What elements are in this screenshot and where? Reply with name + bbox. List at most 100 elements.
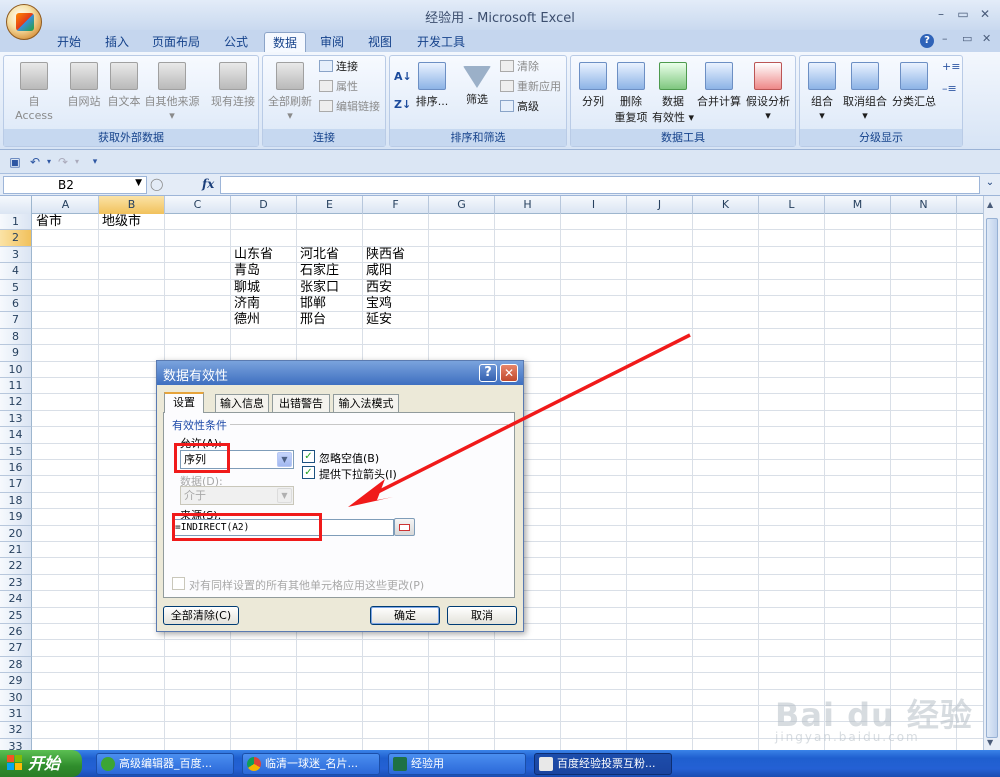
row-header-30[interactable]: 30 [0,689,32,706]
filter-button[interactable]: 筛选 [458,62,496,107]
scroll-thumb[interactable] [986,218,998,738]
cell-f3[interactable]: 陕西省 [363,247,405,263]
chevron-down-icon[interactable]: ▼ [277,488,292,503]
tab-ime-mode[interactable]: 输入法模式 [333,394,399,412]
row-header-33[interactable]: 33 [0,738,32,750]
cell-f6[interactable]: 宝鸡 [363,296,392,312]
reapply-button[interactable]: 重新应用 [500,78,561,96]
chevron-down-icon[interactable]: ▼ [135,178,142,188]
row-header-7[interactable]: 7 [0,312,32,329]
name-box[interactable]: B2 ▼ [3,176,147,194]
from-web-button[interactable]: 自网站 [64,62,104,109]
redo-dropdown-icon[interactable]: ▾ [70,155,84,169]
column-header-l[interactable]: L [759,196,825,214]
column-header-g[interactable]: G [429,196,495,214]
tab-developer[interactable]: 开发工具 [410,32,472,52]
scroll-up-icon[interactable]: ▲ [987,200,993,209]
tab-input-message[interactable]: 输入信息 [215,394,269,412]
minimize-button[interactable]: – [932,6,950,22]
from-text-button[interactable]: 自文本 [104,62,144,109]
column-header-n[interactable]: N [891,196,957,214]
tab-formulas[interactable]: 公式 [216,32,256,52]
taskbar-item-editor[interactable]: 高级编辑器_百度... [96,753,234,775]
tab-insert[interactable]: 插入 [98,32,136,52]
insert-function-icon[interactable]: fx [202,177,214,191]
cell-d6[interactable]: 济南 [231,296,260,312]
row-header-21[interactable]: 21 [0,542,32,559]
advanced-button[interactable]: 高级 [500,98,539,116]
scroll-down-icon[interactable]: ▼ [987,738,993,747]
start-button[interactable]: 开始 [0,750,82,777]
undo-icon[interactable]: ↶ [28,155,42,169]
sort-za-icon[interactable]: Z↓ [394,96,411,114]
column-header-b[interactable]: B [99,196,165,214]
ungroup-button[interactable]: 取消组合 ▾ [840,62,890,122]
dialog-title-bar[interactable]: 数据有效性 ? ✕ [157,361,523,385]
column-header-k[interactable]: K [693,196,759,214]
tab-data[interactable]: 数据 [264,32,306,52]
row-header-9[interactable]: 9 [0,345,32,362]
column-header-m[interactable]: M [825,196,891,214]
ignore-blank-checkbox[interactable]: ✓ [302,450,315,463]
row-header-13[interactable]: 13 [0,410,32,428]
cell-d4[interactable]: 青岛 [231,263,260,279]
row-header-2[interactable]: 2 [0,230,32,247]
row-header-6[interactable]: 6 [0,296,32,313]
row-header-5[interactable]: 5 [0,279,32,296]
column-header-f[interactable]: F [363,196,429,214]
row-header-14[interactable]: 14 [0,427,32,444]
properties-button[interactable]: 属性 [319,78,358,96]
row-header-29[interactable]: 29 [0,673,32,690]
row-header-16[interactable]: 16 [0,460,32,477]
apply-all-checkbox[interactable] [172,577,185,590]
hide-detail-icon[interactable]: –≡ [942,80,957,98]
row-header-24[interactable]: 24 [0,591,32,608]
row-header-15[interactable]: 15 [0,443,32,460]
tab-error-alert[interactable]: 出错警告 [272,394,330,412]
expand-formula-bar-icon[interactable]: ⌄ [983,177,997,193]
cancel-button[interactable]: 取消 [447,606,517,625]
column-header-h[interactable]: H [495,196,561,214]
row-header-8[interactable]: 8 [0,328,32,346]
office-button[interactable] [6,4,42,40]
dialog-help-icon[interactable]: ? [479,364,497,382]
cell-d5[interactable]: 聊城 [231,280,260,296]
taskbar-item-baidu[interactable]: 百度经验投票互粉... [534,753,672,775]
data-select[interactable]: 介于 ▼ [180,486,294,505]
dialog-close-icon[interactable]: ✕ [500,364,518,382]
column-header-i[interactable]: I [561,196,627,214]
row-header-1[interactable]: 1 [0,214,32,231]
cell-f4[interactable]: 咸阳 [363,263,392,279]
cell-e6[interactable]: 邯郸 [297,296,326,312]
range-selector-icon[interactable] [394,518,415,536]
row-header-10[interactable]: 10 [0,361,32,378]
ribbon-close-icon[interactable]: ✕ [982,32,991,45]
row-header-4[interactable]: 4 [0,263,32,280]
formula-input[interactable] [220,176,980,194]
column-header-c[interactable]: C [165,196,231,214]
row-header-31[interactable]: 31 [0,706,32,723]
cell-e4[interactable]: 石家庄 [297,263,339,279]
row-header-23[interactable]: 23 [0,574,32,592]
tab-page-layout[interactable]: 页面布局 [146,32,206,52]
vertical-scrollbar[interactable]: ▲ ▼ [983,196,1000,750]
row-header-3[interactable]: 3 [0,246,32,264]
edit-links-button[interactable]: 编辑链接 [319,98,380,116]
ribbon-minimize-icon[interactable]: – [942,32,948,45]
cell-a1[interactable]: 省市 [33,214,62,230]
cell-e3[interactable]: 河北省 [297,247,339,263]
ribbon-restore-icon[interactable]: ▭ [962,32,972,45]
row-header-12[interactable]: 12 [0,394,32,411]
consolidate-button[interactable]: 合并计算 [695,62,743,109]
column-header-a[interactable]: A [33,196,99,214]
show-detail-icon[interactable]: +≡ [942,58,960,76]
row-header-18[interactable]: 18 [0,492,32,510]
dropdown-arrow-checkbox[interactable]: ✓ [302,466,315,479]
row-header-28[interactable]: 28 [0,656,32,674]
data-validation-button[interactable]: 数据 有效性 ▾ [651,62,695,125]
subtotal-button[interactable]: 分类汇总 [890,62,938,109]
cell-b1[interactable]: 地级市 [99,214,141,230]
sort-button[interactable]: 排序... [414,62,450,109]
select-all-corner[interactable] [0,196,32,214]
what-if-analysis-button[interactable]: 假设分析 ▾ [743,62,793,122]
